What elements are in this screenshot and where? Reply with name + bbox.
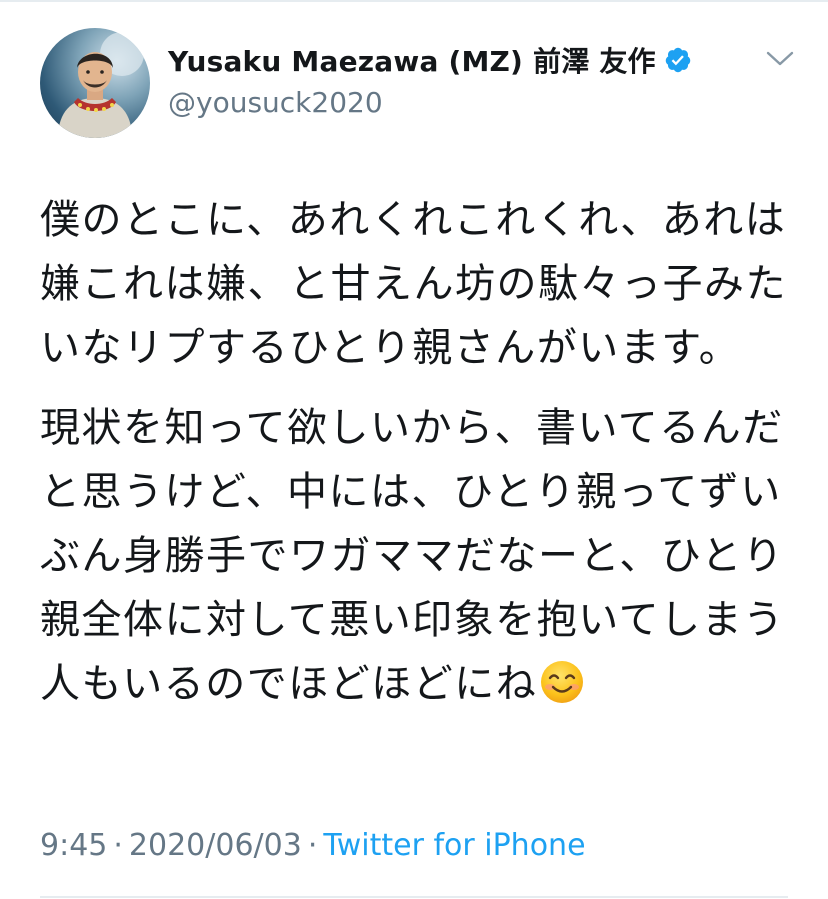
tweet-paragraph: 現状を知って欲しいから、書いてるんだと思うけど、中には、ひとり親ってずいぶん身勝…	[40, 396, 788, 716]
verified-badge-icon	[665, 47, 690, 73]
tweet-header: Yusaku Maezawa (MZ) 前澤 友作 @yousuck2020	[40, 28, 800, 138]
astronaut-portrait-avatar	[58, 32, 144, 138]
tweet-text: 僕のとこに、あれくれこれくれ、あれは嫌これは嫌、と甘えん坊の駄々っ子みたいなリプ…	[40, 188, 788, 716]
author-name-row[interactable]: Yusaku Maezawa (MZ) 前澤 友作	[168, 40, 692, 80]
tweet-paragraph: 僕のとこに、あれくれこれくれ、あれは嫌これは嫌、と甘えん坊の駄々っ子みたいなリプ…	[40, 188, 788, 380]
top-divider	[0, 0, 828, 2]
tweet-source-link[interactable]: Twitter for iPhone	[323, 828, 585, 863]
tweet-date[interactable]: 2020/06/03	[129, 828, 302, 863]
tweet-meta: 9:45 · 2020/06/03 · Twitter for iPhone	[40, 828, 586, 863]
tweet-paragraph-text: 現状を知って欲しいから、書いてるんだと思うけど、中には、ひとり親ってずいぶん身勝…	[40, 405, 785, 707]
chevron-down-icon[interactable]	[762, 44, 798, 72]
tweet-time[interactable]: 9:45	[40, 828, 107, 863]
author-handle[interactable]: @yousuck2020	[168, 86, 383, 119]
tweet-paragraph-text: 僕のとこに、あれくれこれくれ、あれは嫌これは嫌、と甘えん坊の駄々っ子みたいなリプ…	[40, 197, 787, 371]
meta-separator: ·	[113, 828, 123, 863]
smiling-face-emoji	[541, 661, 584, 703]
avatar[interactable]	[40, 28, 150, 138]
meta-separator: ·	[307, 828, 318, 863]
bottom-divider	[40, 896, 788, 898]
display-name[interactable]: Yusaku Maezawa (MZ) 前澤 友作	[168, 40, 656, 80]
